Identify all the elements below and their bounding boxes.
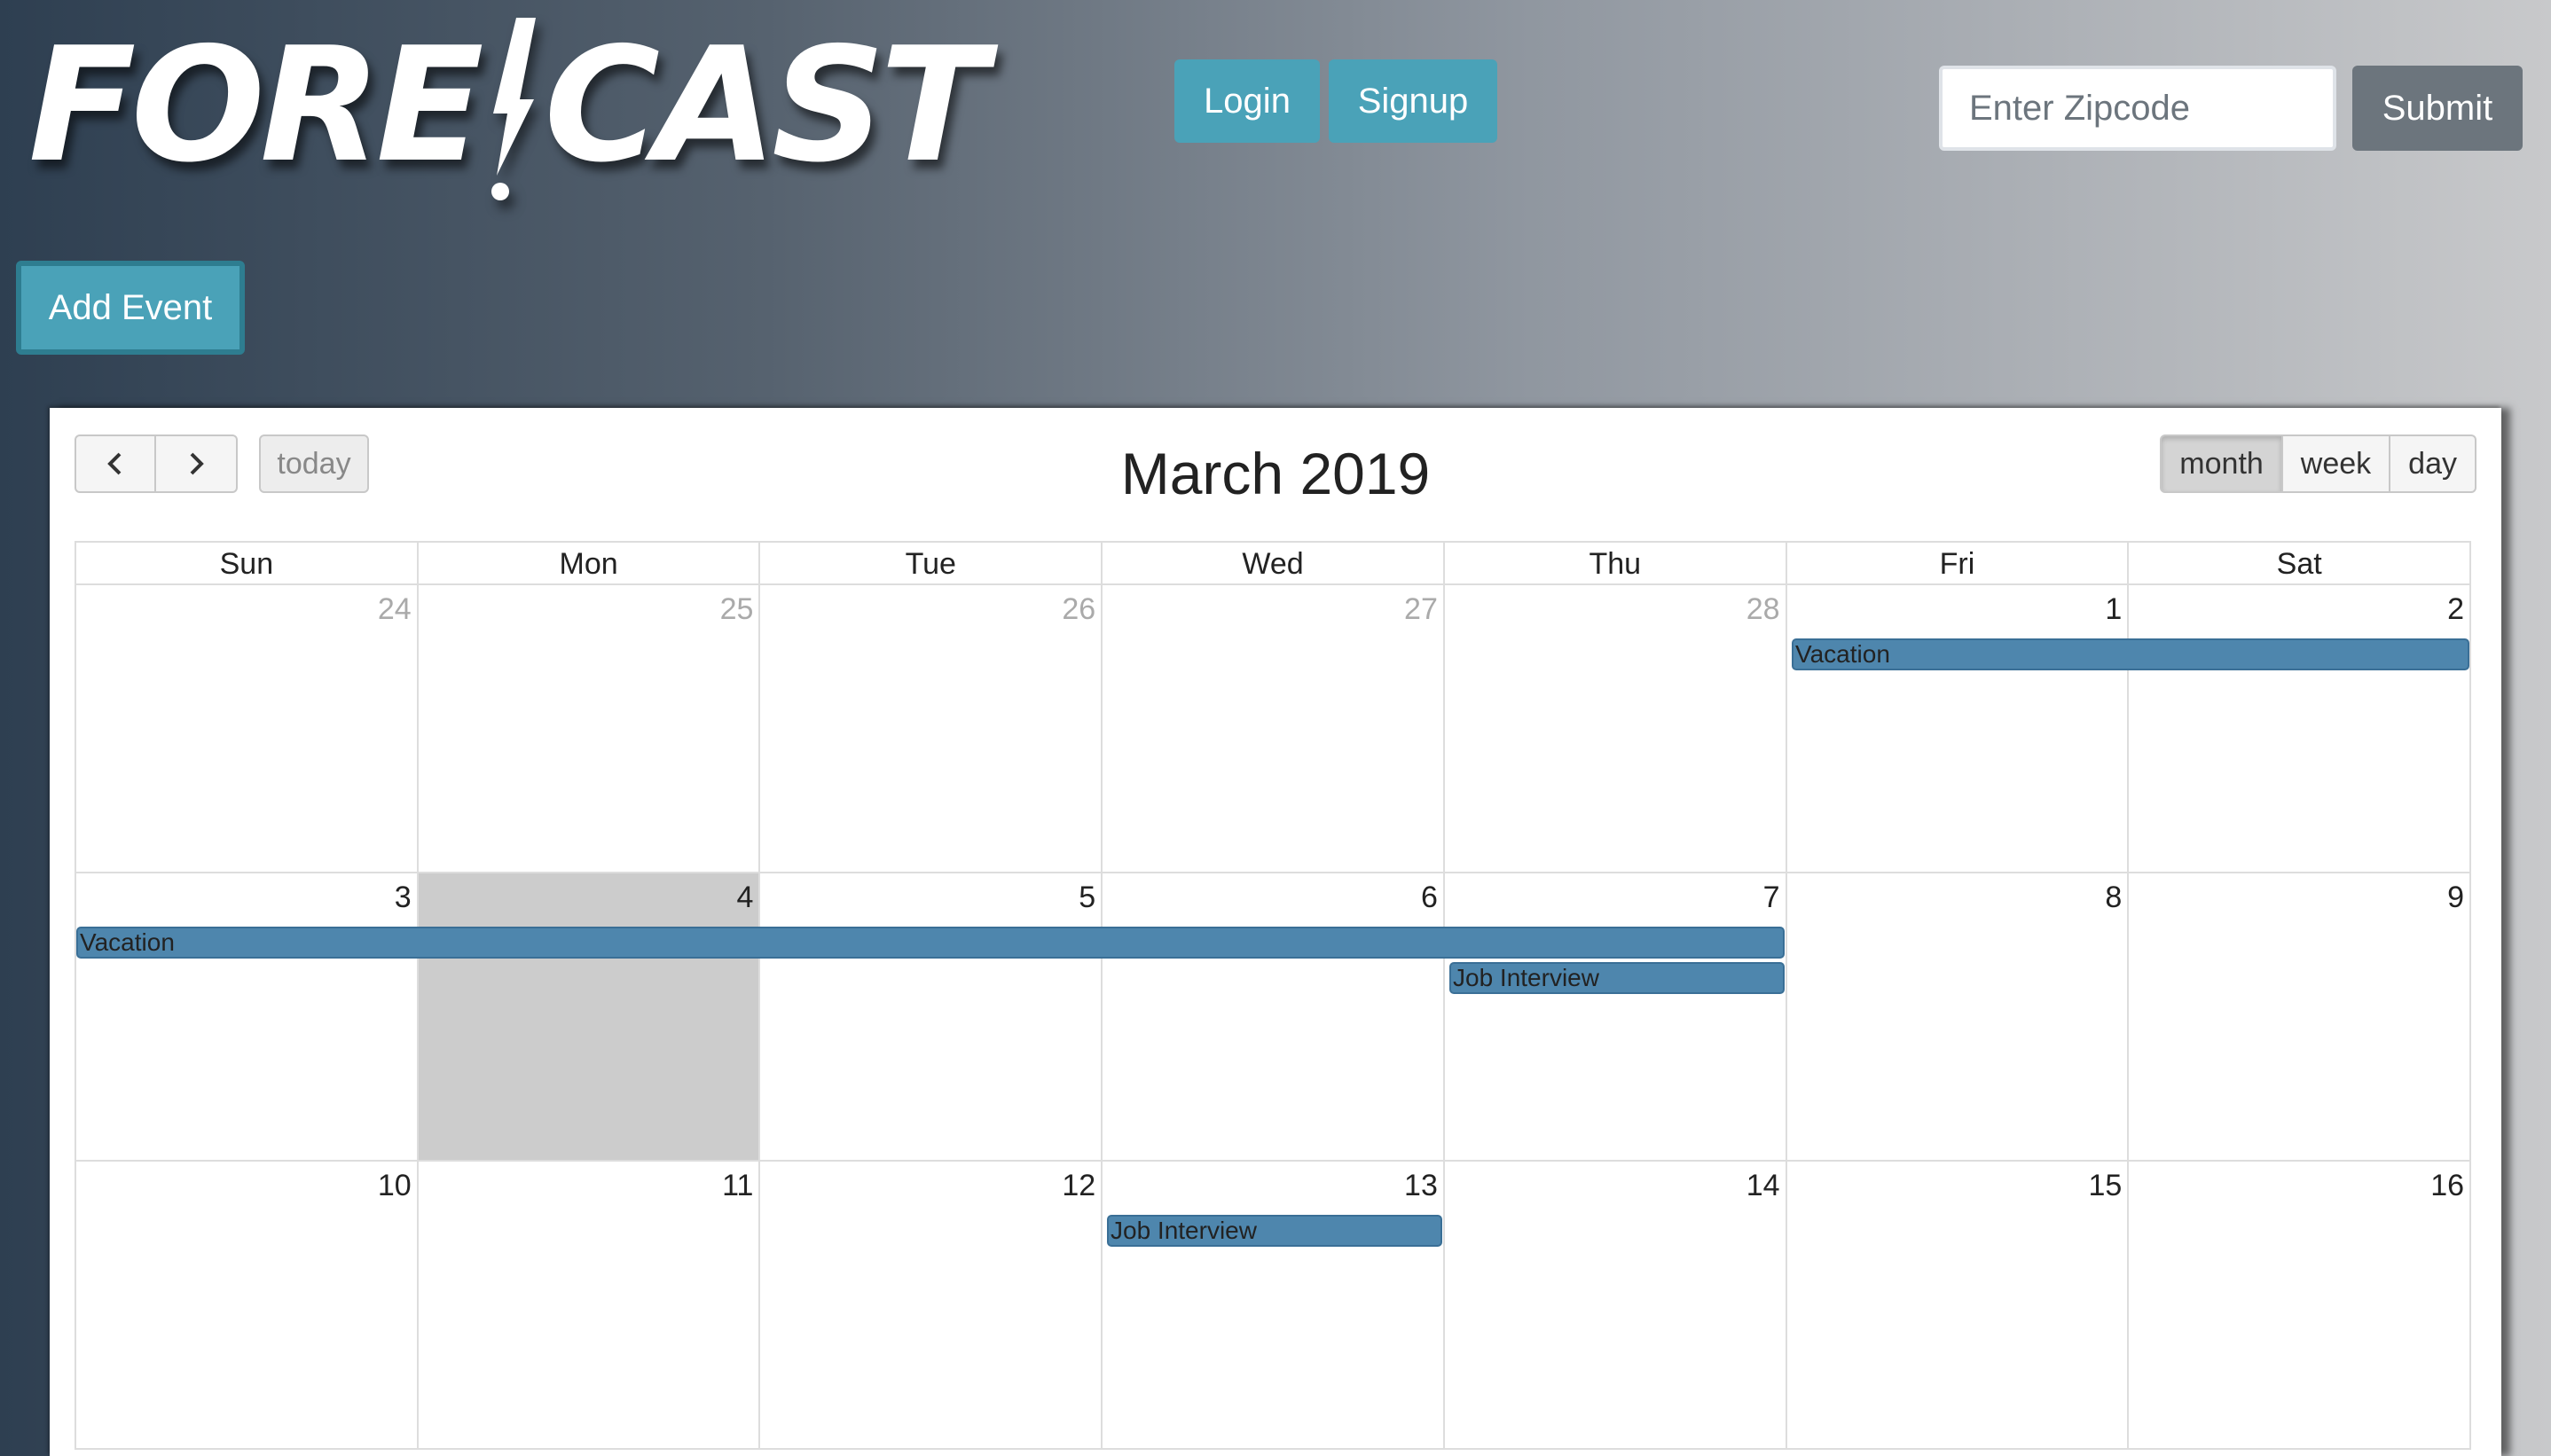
day-cell[interactable]: 3 [76, 873, 417, 1160]
day-cell[interactable]: 12 [758, 1162, 1101, 1448]
calendar: today March 2019 month week day Sun Mon … [50, 408, 2501, 1456]
day-cell[interactable]: 4 [416, 873, 759, 1160]
dow-thu: Thu [1442, 543, 1786, 583]
dow-sat: Sat [2127, 543, 2469, 583]
day-cell[interactable]: 10 [76, 1162, 417, 1448]
day-cell[interactable]: 8 [1785, 873, 2128, 1160]
calendar-event[interactable]: Job Interview [1449, 962, 1785, 994]
day-number: 1 [2105, 592, 2123, 626]
view-button-group: month week day [2160, 434, 2476, 493]
dow-sun: Sun [219, 547, 274, 581]
day-number: 7 [1762, 881, 1780, 914]
day-number: 14 [1746, 1169, 1780, 1202]
calendar-title: March 2019 [1120, 441, 1431, 506]
forecast-logo: FORE CAST [28, 12, 988, 200]
day-number: 13 [1404, 1169, 1438, 1202]
day-cell[interactable]: 24 [76, 585, 417, 872]
week-row: 10 11 12 13 14 15 16 Job Interview [75, 1162, 2471, 1450]
dow-tue: Tue [758, 543, 1101, 583]
day-number: 28 [1746, 592, 1780, 626]
day-cell[interactable]: 5 [758, 873, 1101, 1160]
day-number: 8 [2105, 881, 2123, 914]
logo-text-left: FORE [28, 13, 484, 197]
day-number: 27 [1404, 592, 1438, 626]
day-cell[interactable]: 16 [2127, 1162, 2469, 1448]
day-cell[interactable]: 13 [1101, 1162, 1443, 1448]
day-number: 25 [719, 592, 754, 626]
logo-text-right: CAST [544, 13, 988, 197]
month-view-button[interactable]: month [2160, 434, 2283, 493]
day-cell[interactable]: 11 [416, 1162, 759, 1448]
day-of-week-header: Sun Mon Tue Wed Thu Fri Sat [75, 541, 2471, 585]
day-number: 26 [1062, 592, 1096, 626]
week-view-button[interactable]: week [2282, 434, 2391, 493]
day-cell[interactable]: 25 [416, 585, 759, 872]
day-number: 3 [394, 881, 412, 914]
day-number: 2 [2447, 592, 2465, 626]
dow-fri: Fri [1785, 543, 2128, 583]
day-number: 24 [377, 592, 412, 626]
dow-wed: Wed [1101, 543, 1443, 583]
day-cell[interactable]: 7 [1442, 873, 1786, 1160]
day-number: 12 [1062, 1169, 1096, 1202]
day-cell[interactable]: 6 [1101, 873, 1443, 1160]
week-row: 24 25 26 27 28 1 2 Vacation [75, 585, 2471, 873]
day-cell[interactable]: 28 [1442, 585, 1786, 872]
lightning-bolt-icon [481, 18, 543, 204]
zipcode-input[interactable] [1939, 66, 2336, 151]
day-cell[interactable]: 1 [1785, 585, 2128, 872]
login-button[interactable]: Login [1174, 59, 1320, 143]
day-cell[interactable]: 2 [2127, 585, 2469, 872]
submit-button[interactable]: Submit [2352, 66, 2523, 151]
day-cell[interactable]: 27 [1101, 585, 1443, 872]
day-number: 5 [1079, 881, 1096, 914]
calendar-event[interactable]: Vacation [1792, 638, 2469, 670]
day-number: 10 [377, 1169, 412, 1202]
week-row: 3 4 5 6 7 8 9 Vacation Job Interview [75, 873, 2471, 1162]
day-number: 9 [2447, 881, 2465, 914]
day-number: 4 [736, 881, 754, 914]
day-view-button[interactable]: day [2390, 434, 2476, 493]
day-number: 6 [1420, 881, 1438, 914]
day-number: 11 [722, 1169, 754, 1202]
dow-mon: Mon [416, 543, 759, 583]
month-grid: Sun Mon Tue Wed Thu Fri Sat 24 25 26 27 28 1 2… [75, 541, 2471, 1450]
day-number: 16 [2430, 1169, 2465, 1202]
calendar-event[interactable]: Job Interview [1107, 1215, 1442, 1247]
day-number: 15 [2088, 1169, 2123, 1202]
add-event-button[interactable]: Add Event [16, 261, 245, 355]
day-cell[interactable]: 26 [758, 585, 1101, 872]
calendar-event[interactable]: Vacation [76, 927, 1785, 959]
signup-button[interactable]: Signup [1329, 59, 1497, 143]
day-cell[interactable]: 15 [1785, 1162, 2128, 1448]
day-cell[interactable]: 9 [2127, 873, 2469, 1160]
day-cell[interactable]: 14 [1442, 1162, 1786, 1448]
calendar-toolbar: today March 2019 month week day [50, 408, 2501, 550]
